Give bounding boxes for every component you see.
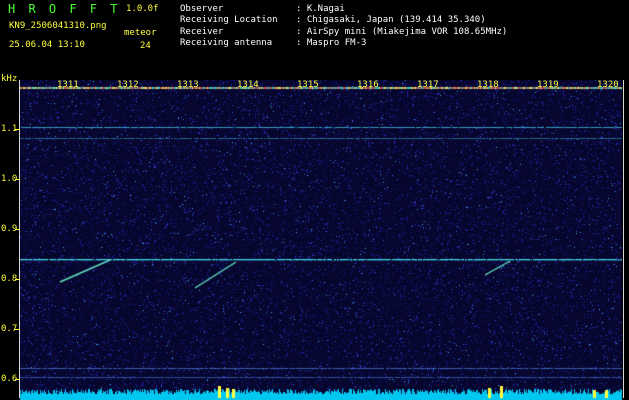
minute-label: 1312	[117, 80, 139, 90]
minute-label: 1314	[237, 80, 259, 90]
category-label: meteor	[124, 28, 157, 38]
y-tick	[15, 279, 20, 280]
app-title: H R O F F T	[8, 2, 121, 16]
y-tick	[15, 129, 20, 130]
app-version: 1.0.0f	[126, 4, 159, 14]
axis-unit-label: kHz	[1, 74, 18, 84]
minute-label: 1320	[597, 80, 619, 90]
location-value: : Chigasaki, Japan (139.414 35.340)	[296, 15, 486, 25]
header-panel: H R O F F T 1.0.0f KN9_2506041310.png me…	[0, 0, 629, 72]
minute-label: 1316	[357, 80, 379, 90]
observer-value: : K.Nagai	[296, 4, 345, 14]
receiver-value: : AirSpy mini (Miakejima VOR 108.65MHz)	[296, 27, 508, 37]
observer-label: Observer	[180, 4, 224, 14]
minute-label: 1319	[537, 80, 559, 90]
date-time: 25.06.04 13:10	[9, 40, 85, 50]
file-name: KN9_2506041310.png	[9, 21, 107, 31]
receiver-label: Receiver	[180, 27, 224, 37]
minute-label: 1311	[57, 80, 79, 90]
antenna-value: : Maspro FM-3	[296, 38, 367, 48]
minute-label: 1313	[177, 80, 199, 90]
spectrogram-canvas	[0, 72, 629, 400]
meteor-count: 24	[140, 41, 151, 51]
y-tick	[15, 329, 20, 330]
antenna-label: Receiving antenna	[180, 38, 273, 48]
minute-label: 1318	[477, 80, 499, 90]
y-tick	[15, 379, 20, 380]
y-tick	[15, 179, 20, 180]
minute-label: 1317	[417, 80, 439, 90]
y-tick	[15, 229, 20, 230]
location-label: Receiving Location	[180, 15, 278, 25]
minute-label: 1315	[297, 80, 319, 90]
